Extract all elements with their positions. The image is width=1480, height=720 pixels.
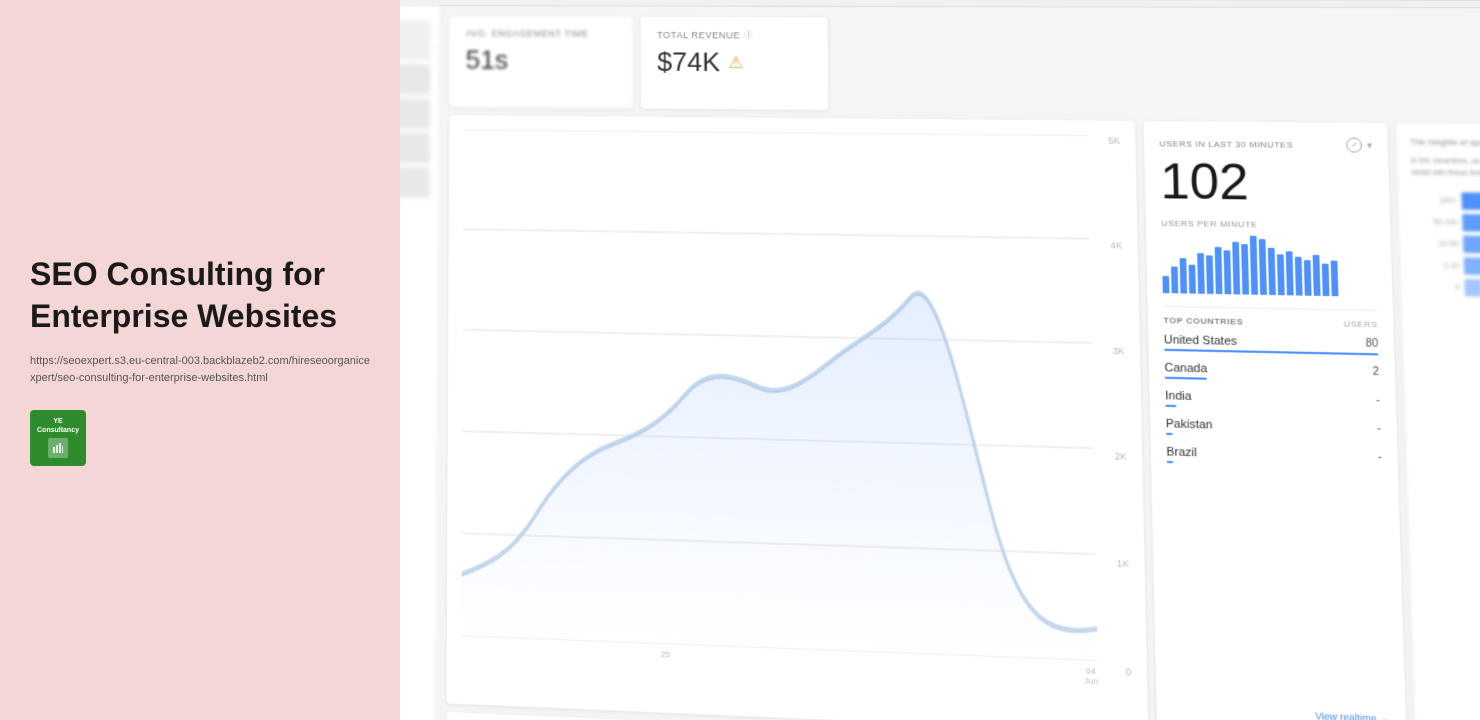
y-label-2k: 2K — [1115, 451, 1127, 462]
bar-5 — [1197, 253, 1205, 294]
right-panel-title: The heights of space into use — [1410, 136, 1480, 150]
bar-4 — [1189, 264, 1196, 294]
view-realtime-text[interactable]: View realtime → — [1315, 710, 1390, 720]
bar-18 — [1313, 254, 1321, 296]
h-bar-row-1: 100+ — [1412, 192, 1480, 212]
country-row-pk: Pakistan - — [1166, 418, 1382, 445]
country-ca: Canada — [1164, 362, 1207, 376]
logo-text: YE Consultancy — [34, 418, 82, 435]
realtime-header: USERS IN LAST 30 MINUTES — [1159, 138, 1293, 149]
bar-17 — [1304, 260, 1312, 296]
dashboard-screenshot: Avg. engagement time 51s Total revenue ⓘ… — [400, 0, 1480, 720]
bar-10 — [1241, 244, 1249, 294]
left-panel: SEO Consulting for Enterprise Websites h… — [0, 0, 400, 720]
h-bar-row-2: 50-100 — [1412, 214, 1480, 234]
bar-14 — [1277, 254, 1285, 295]
view-realtime-link[interactable]: View realtime → — [1172, 699, 1390, 720]
bar-3 — [1180, 258, 1187, 293]
bar-11 — [1250, 236, 1258, 295]
bar-15 — [1286, 251, 1294, 295]
realtime-count: 102 — [1160, 157, 1374, 211]
country-ca-bar — [1165, 377, 1208, 380]
bar-7 — [1215, 247, 1223, 294]
engagement-value: 51s — [466, 44, 617, 76]
h-bar-row-5: 0 — [1414, 278, 1480, 299]
y-label-1k: 1K — [1117, 558, 1129, 569]
y-label-3k: 3K — [1112, 345, 1124, 356]
logo-icon — [48, 438, 68, 458]
engagement-label: Avg. engagement time — [466, 28, 616, 39]
top-countries-title: TOP COUNTRIES — [1163, 316, 1243, 327]
bar-8 — [1224, 250, 1232, 294]
country-pk-bar — [1166, 433, 1172, 435]
y-label-0: 0 — [1126, 666, 1132, 677]
country-row-in: India - — [1165, 390, 1380, 417]
users-col-label: USERS — [1344, 319, 1378, 329]
bar-13 — [1268, 248, 1276, 295]
page-title: SEO Consulting for Enterprise Websites — [30, 254, 370, 337]
bar-16 — [1295, 257, 1303, 296]
page-url: https://seoexpert.s3.eu-central-003.back… — [30, 353, 370, 386]
right-panel-subtitle: In the meantime, as shall do visit some … — [1411, 157, 1480, 182]
x-label-25: 25 — [661, 649, 670, 669]
bar-6 — [1206, 256, 1214, 294]
country-us: United States — [1164, 334, 1237, 348]
country-pk-count: - — [1377, 423, 1381, 436]
country-br-bar — [1167, 461, 1173, 463]
country-br: Brazil — [1166, 446, 1197, 460]
country-in: India — [1165, 390, 1192, 404]
x-label-jun: 04Jun — [1084, 666, 1099, 686]
users-per-min: USERS PER MINUTE — [1161, 218, 1375, 231]
h-bar-row-3: 10-50 — [1413, 235, 1480, 256]
revenue-label: Total revenue — [657, 29, 740, 40]
revenue-value: $74K — [657, 46, 720, 78]
bar-2 — [1171, 267, 1178, 294]
bar-12 — [1259, 239, 1267, 295]
bar-1 — [1162, 275, 1169, 293]
y-label-4k: 4K — [1110, 240, 1122, 251]
logo-box: YE Consultancy — [30, 410, 86, 466]
country-row-br: Brazil - — [1166, 446, 1382, 474]
bar-20 — [1331, 261, 1339, 297]
country-row-ca: Canada 2 — [1164, 362, 1379, 388]
country-pk: Pakistan — [1166, 418, 1213, 432]
bar-9 — [1232, 241, 1240, 294]
country-in-count: - — [1376, 395, 1380, 408]
country-row-us: United States 80 — [1164, 334, 1379, 360]
line-chart-svg — [461, 129, 1098, 661]
country-us-count: 80 — [1365, 338, 1378, 351]
country-br-count: - — [1378, 451, 1382, 464]
warning-icon: ⚠ — [728, 52, 743, 73]
country-in-bar — [1165, 405, 1176, 407]
bar-19 — [1322, 263, 1330, 296]
y-label-5k: 5K — [1108, 135, 1120, 146]
country-ca-count: 2 — [1373, 366, 1380, 379]
h-bar-row-4: 1-10 — [1414, 257, 1480, 278]
